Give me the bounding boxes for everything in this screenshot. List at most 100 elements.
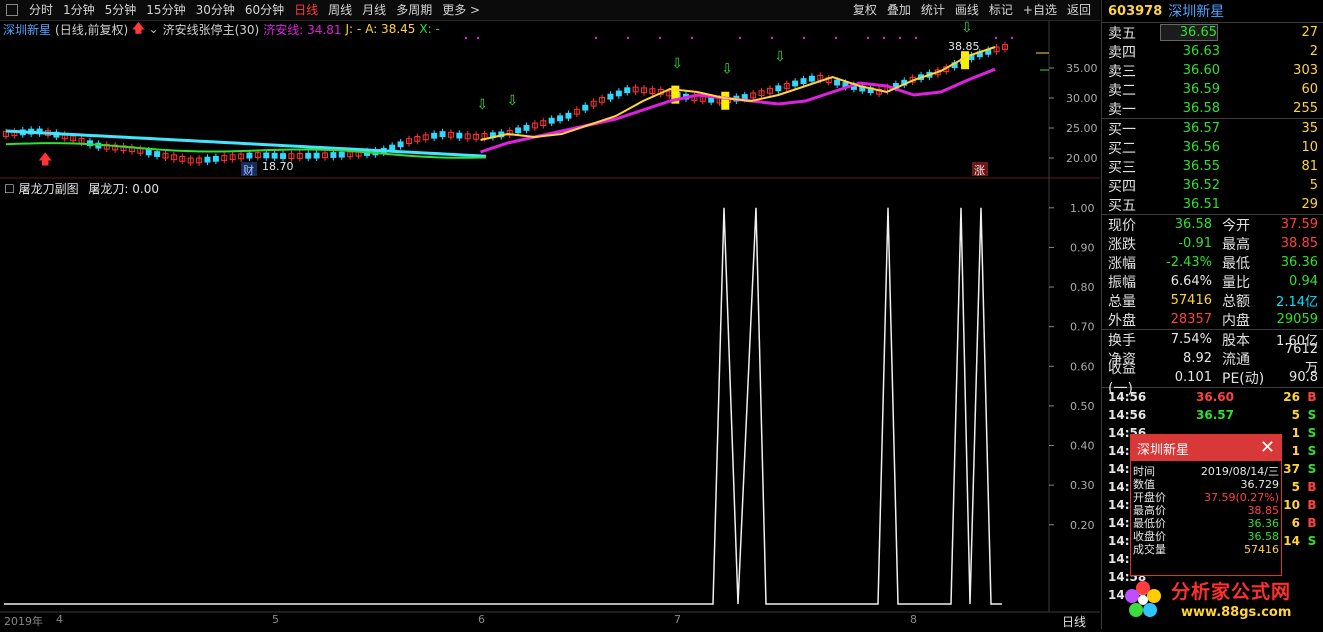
bid-label: 买五 bbox=[1108, 197, 1136, 214]
candle-body-47 bbox=[397, 141, 404, 148]
ask-row-0[interactable]: 卖五 36.65 27 bbox=[1102, 23, 1323, 42]
tick-price: 36.57 bbox=[1196, 408, 1234, 422]
candle-body-94 bbox=[792, 80, 799, 87]
candle-body-99 bbox=[834, 79, 841, 86]
sub-chart-name[interactable]: 屠龙刀副图 bbox=[19, 182, 79, 196]
close-icon[interactable]: ✕ bbox=[1260, 439, 1275, 457]
bid-row-2[interactable]: 买三 36.55 81 bbox=[1102, 157, 1323, 176]
signal-dot-12 bbox=[898, 36, 902, 40]
quote-row-3: 振幅 6.64% 量比 0.94 bbox=[1102, 272, 1323, 291]
quote-label: 量比 bbox=[1222, 274, 1250, 291]
candle-body-24 bbox=[204, 156, 211, 163]
quote-row-1: 涨跌 -0.91 最高 38.85 bbox=[1102, 234, 1323, 253]
bid-book: 买一 36.57 35 买二 36.56 10 买三 36.55 81 买四 36.52 5 买五 36.… bbox=[1102, 119, 1323, 214]
tick-volume: 5 bbox=[1291, 408, 1300, 422]
stock-code: 603978 bbox=[1108, 3, 1163, 19]
high-price-label: 38.85 bbox=[948, 40, 980, 53]
finance-value: 8.92 bbox=[1183, 351, 1212, 366]
quote-label: 涨幅 bbox=[1108, 255, 1136, 272]
tick-side: S bbox=[1307, 534, 1317, 548]
quote-stats: 现价 36.58 今开 37.59 涨跌 -0.91 最高 38.85 涨幅 -2.43% 最低 36… bbox=[1102, 215, 1323, 329]
popup-value: 36.729 bbox=[1240, 478, 1280, 491]
popup-label: 数值 bbox=[1133, 478, 1155, 491]
candle-body-67 bbox=[565, 112, 572, 119]
bid-price: 36.57 bbox=[1182, 121, 1220, 136]
ask-label: 卖三 bbox=[1108, 63, 1136, 80]
popup-row-0: 时间 2019/08/14/三 bbox=[1131, 465, 1281, 478]
bid-row-0[interactable]: 买一 36.57 35 bbox=[1102, 119, 1323, 138]
crosshair-info-popup: 深圳新星 ✕ 时间 2019/08/14/三 数值 36.729 开盘价 37.59(0.… bbox=[1130, 434, 1282, 576]
candle-body-96 bbox=[808, 75, 815, 82]
buy-signal-icon-1: ⇩ bbox=[506, 93, 518, 109]
buy-signal-icon-0: ⇩ bbox=[477, 97, 489, 113]
quote-value: 37.59 bbox=[1280, 217, 1318, 232]
quote-row-2: 涨幅 -2.43% 最低 36.36 bbox=[1102, 253, 1323, 272]
candle-body-62 bbox=[523, 125, 530, 131]
quote-label: 最高 bbox=[1222, 236, 1250, 253]
quote-row-0: 现价 36.58 今开 37.59 bbox=[1102, 215, 1323, 234]
popup-label: 最低价 bbox=[1133, 517, 1166, 530]
ask-row-3[interactable]: 卖二 36.59 60 bbox=[1102, 80, 1323, 99]
bid-row-4[interactable]: 买五 36.51 29 bbox=[1102, 195, 1323, 214]
signal-dot-4 bbox=[658, 36, 662, 40]
ask-label: 卖四 bbox=[1108, 44, 1136, 61]
bid-label: 买三 bbox=[1108, 159, 1136, 176]
quote-value: 2.14亿 bbox=[1276, 295, 1318, 310]
low-price-label: 18.70 bbox=[262, 160, 294, 173]
ask-row-4[interactable]: 卖一 36.58 255 bbox=[1102, 99, 1323, 118]
popup-row-5: 收盘价 36.58 bbox=[1131, 530, 1281, 543]
ma-line-green bbox=[5, 142, 487, 159]
quote-value: -0.91 bbox=[1178, 236, 1212, 251]
candle-body-39 bbox=[330, 152, 337, 158]
ask-price: 36.63 bbox=[1182, 44, 1220, 59]
popup-header: 深圳新星 ✕ bbox=[1131, 435, 1281, 461]
quote-value: 28357 bbox=[1170, 312, 1212, 327]
tick-side: S bbox=[1307, 462, 1317, 476]
quote-label: 最低 bbox=[1222, 255, 1250, 272]
sub-tick-label-6: 0.40 bbox=[1070, 440, 1095, 453]
signal-dot-14 bbox=[994, 36, 998, 40]
tick-time: 14:56 bbox=[1108, 408, 1147, 422]
tick-side: B bbox=[1307, 390, 1317, 404]
quote-value: 0.94 bbox=[1289, 274, 1318, 289]
ask-label: 卖二 bbox=[1108, 82, 1136, 99]
popup-value: 37.59(0.27%) bbox=[1203, 491, 1279, 504]
candle-body-95 bbox=[800, 78, 807, 84]
candle-body-65 bbox=[548, 117, 555, 124]
ask-label: 卖一 bbox=[1108, 101, 1136, 118]
sub-chart-collapse-icon[interactable]: ☐ bbox=[4, 182, 19, 196]
x-label-3: 6 bbox=[478, 613, 485, 626]
sub-tick-label-2: 0.80 bbox=[1070, 281, 1095, 294]
quote-value: 57416 bbox=[1170, 293, 1212, 308]
candle-body-36 bbox=[305, 152, 312, 159]
bid-row-1[interactable]: 买二 36.56 10 bbox=[1102, 138, 1323, 157]
ask-volume: 27 bbox=[1301, 25, 1318, 40]
stock-title[interactable]: 深圳新星 bbox=[1168, 1, 1224, 21]
ask-volume: 303 bbox=[1293, 63, 1318, 78]
ask-row-2[interactable]: 卖三 36.60 303 bbox=[1102, 61, 1323, 80]
bid-row-3[interactable]: 买四 36.52 5 bbox=[1102, 176, 1323, 195]
sub-tick-label-7: 0.30 bbox=[1070, 479, 1095, 492]
ask-row-1[interactable]: 卖四 36.63 2 bbox=[1102, 42, 1323, 61]
highlight-candle-1 bbox=[721, 91, 730, 110]
tick-side: S bbox=[1307, 426, 1317, 440]
popup-value: 2019/08/14/三 bbox=[1200, 465, 1279, 478]
quote-value: 36.36 bbox=[1280, 255, 1318, 270]
bid-price: 36.51 bbox=[1182, 197, 1220, 212]
period-indicator[interactable]: 日线 bbox=[1062, 613, 1086, 630]
quote-label: 今开 bbox=[1222, 217, 1250, 234]
x-label-0: 2019年 bbox=[4, 615, 43, 628]
signal-dot-13 bbox=[914, 36, 918, 40]
bid-label: 买二 bbox=[1108, 140, 1136, 157]
popup-value: 57416 bbox=[1244, 543, 1279, 556]
signal-dot-5 bbox=[690, 36, 694, 40]
chart-canvas[interactable]: 35.00 30.00 25.00 20.00 ⇩ ⇩ ⇩ ⇩ ⇩ ⇩ 🡅 38.85 18.70 财 涨… bbox=[0, 0, 1100, 629]
signal-dot-15 bbox=[1010, 36, 1014, 40]
signal-dot-1 bbox=[476, 36, 480, 40]
ask-price: 36.58 bbox=[1182, 101, 1220, 116]
signal-dot-0 bbox=[464, 36, 468, 40]
signal-dot-10 bbox=[866, 36, 870, 40]
candle-body-61 bbox=[515, 127, 522, 134]
bid-price: 36.55 bbox=[1182, 159, 1220, 174]
quote-value: 6.64% bbox=[1170, 274, 1212, 289]
